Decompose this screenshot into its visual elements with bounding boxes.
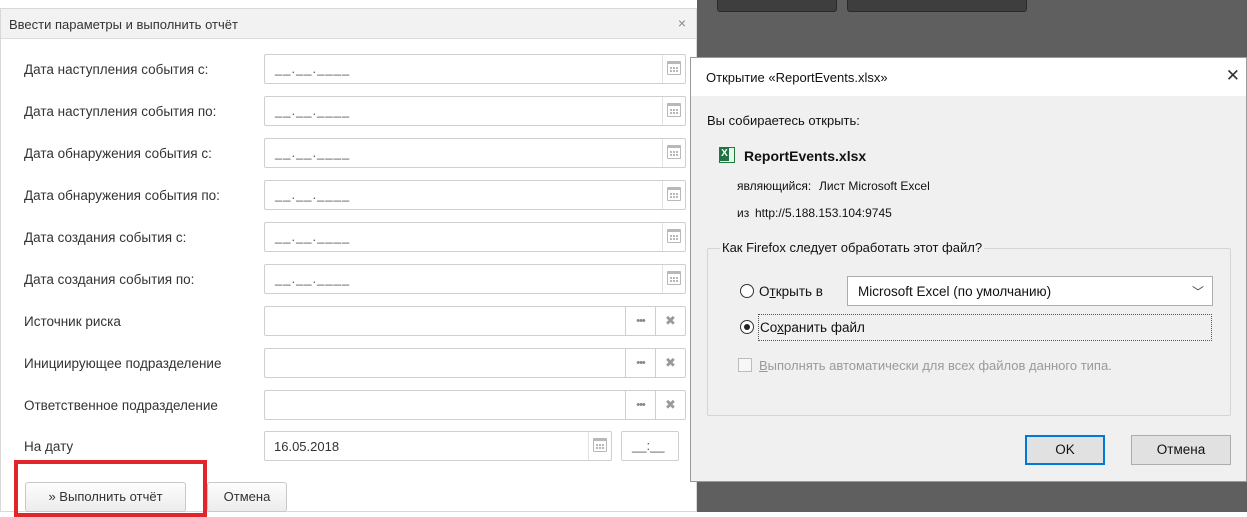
date-mask: __.__.____ xyxy=(275,103,351,118)
background-toolbar-button xyxy=(847,0,1027,12)
dialog-title: Ввести параметры и выполнить отчёт xyxy=(9,17,238,32)
file-type-value: Лист Microsoft Excel xyxy=(819,179,930,193)
intro-text: Вы собираетесь открыть: xyxy=(707,113,860,128)
background-toolbar-button xyxy=(717,0,837,12)
open-with-label[interactable]: Открыть в xyxy=(759,284,823,299)
detection-date-from-label: Дата обнаружения события с: xyxy=(24,146,212,161)
clear-icon[interactable]: ✖ xyxy=(655,307,685,335)
creation-date-to-label: Дата создания события по: xyxy=(24,272,195,287)
close-icon[interactable]: × xyxy=(678,15,686,31)
report-parameters-dialog: Ввести параметры и выполнить отчёт × Дат… xyxy=(0,8,697,517)
responsible-department-input[interactable]: ••• ✖ xyxy=(264,390,686,420)
date-mask: __.__.____ xyxy=(275,145,351,160)
event-date-to-input[interactable]: __.__.____ xyxy=(264,96,686,126)
dialog-title: Открытие «ReportEvents.xlsx» xyxy=(706,70,888,85)
on-date-label: На дату xyxy=(24,439,74,454)
source-url: http://5.188.153.104:9745 xyxy=(755,206,892,220)
dialog-header: Ввести параметры и выполнить отчёт × xyxy=(1,9,696,39)
risk-source-input[interactable]: ••• ✖ xyxy=(264,306,686,336)
ok-button[interactable]: OK xyxy=(1025,435,1105,465)
browse-button[interactable]: ••• xyxy=(625,307,655,335)
save-file-label[interactable]: Сохранить файл xyxy=(760,320,865,335)
event-date-to-label: Дата наступления события по: xyxy=(24,104,217,119)
responsible-department-label: Ответственное подразделение xyxy=(24,398,218,413)
initiating-department-label: Инициирующее подразделение xyxy=(24,356,222,371)
firefox-download-dialog: Открытие «ReportEvents.xlsx» ✕ Вы собира… xyxy=(690,57,1247,482)
action-question: Как Firefox следует обработать этот файл… xyxy=(720,240,985,255)
close-icon[interactable]: ✕ xyxy=(1226,66,1240,86)
detection-date-to-label: Дата обнаружения события по: xyxy=(24,188,220,203)
risk-source-label: Источник риска xyxy=(24,314,121,329)
creation-date-from-label: Дата создания события с: xyxy=(24,230,187,245)
cancel-button[interactable]: Отмена xyxy=(1131,435,1231,465)
calendar-icon[interactable] xyxy=(667,271,681,285)
date-mask: __.__.____ xyxy=(275,271,351,286)
detection-date-from-input[interactable]: __.__.____ xyxy=(264,138,686,168)
open-with-radio[interactable] xyxy=(740,284,754,298)
browse-button[interactable]: ••• xyxy=(625,391,655,419)
time-mask: __:__ xyxy=(632,438,665,453)
clear-icon[interactable]: ✖ xyxy=(655,349,685,377)
browse-button[interactable]: ••• xyxy=(625,349,655,377)
clear-icon[interactable]: ✖ xyxy=(655,391,685,419)
initiating-department-input[interactable]: ••• ✖ xyxy=(264,348,686,378)
cancel-button[interactable]: Отмена xyxy=(207,482,287,512)
file-name: ReportEvents.xlsx xyxy=(744,148,867,164)
event-date-from-label: Дата наступления события с: xyxy=(24,62,209,77)
auto-action-checkbox[interactable] xyxy=(738,358,752,372)
creation-date-to-input[interactable]: __.__.____ xyxy=(264,264,686,294)
run-report-button[interactable]: » Выполнить отчёт xyxy=(25,482,186,512)
creation-date-from-input[interactable]: __.__.____ xyxy=(264,222,686,252)
calendar-icon[interactable] xyxy=(667,187,681,201)
on-date-input[interactable]: 16.05.2018 xyxy=(264,431,612,461)
source-prefix: из xyxy=(737,206,750,220)
auto-action-label[interactable]: Выполнять автоматически для всех файлов … xyxy=(759,358,1112,373)
calendar-icon[interactable] xyxy=(667,229,681,243)
on-date-value: 16.05.2018 xyxy=(274,439,340,454)
chevron-down-icon: ﹀ xyxy=(1191,285,1204,299)
open-with-app-select[interactable]: Microsoft Excel (по умолчанию) ﹀ xyxy=(847,276,1213,306)
file-type-prefix: являющийся: xyxy=(737,179,812,193)
date-mask: __.__.____ xyxy=(275,187,351,202)
calendar-icon[interactable] xyxy=(667,103,681,117)
date-mask: __.__.____ xyxy=(275,61,351,76)
save-file-radio[interactable] xyxy=(740,320,754,334)
calendar-icon[interactable] xyxy=(667,145,681,159)
selected-app: Microsoft Excel (по умолчанию) xyxy=(858,284,1052,299)
on-time-input[interactable]: __:__ xyxy=(621,431,679,461)
calendar-icon[interactable] xyxy=(667,61,681,75)
dialog-titlebar: Открытие «ReportEvents.xlsx» ✕ xyxy=(691,58,1246,96)
date-mask: __.__.____ xyxy=(275,229,351,244)
detection-date-to-input[interactable]: __.__.____ xyxy=(264,180,686,210)
excel-file-icon xyxy=(719,147,735,163)
event-date-from-input[interactable]: __.__.____ xyxy=(264,54,686,84)
calendar-icon[interactable] xyxy=(593,438,607,452)
